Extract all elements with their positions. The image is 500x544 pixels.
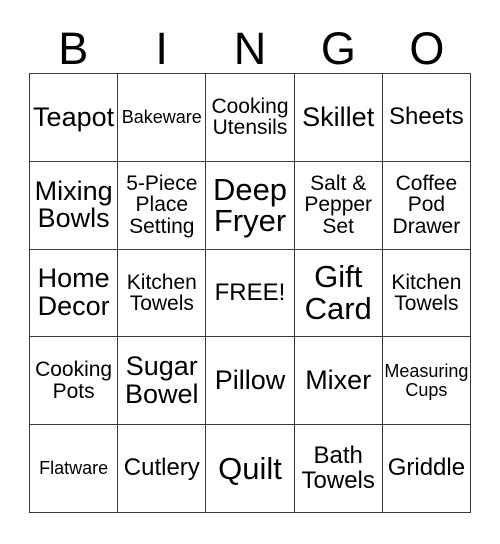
bingo-cell[interactable]: Gift Card: [294, 249, 383, 338]
bingo-cell[interactable]: Sugar Bowel: [118, 337, 207, 426]
bingo-cell-label: Bath Towels: [301, 442, 375, 494]
bingo-header-letter-g: G: [320, 23, 356, 74]
bingo-cell-label: Coffee Pod Drawer: [392, 172, 461, 238]
bingo-cell[interactable]: Measuring Cups: [382, 337, 471, 426]
bingo-cell[interactable]: Flatware: [30, 425, 119, 513]
bingo-header-letter-i: I: [155, 23, 168, 74]
bingo-cell[interactable]: Cooking Utensils: [206, 74, 295, 162]
bingo-cell[interactable]: Teapot: [30, 74, 119, 162]
bingo-cell-label: Skillet: [302, 101, 375, 132]
bingo-cell[interactable]: Pillow: [206, 337, 295, 426]
bingo-cell-label: Mixer: [305, 365, 372, 396]
bingo-cell-label: Sheets: [389, 103, 464, 131]
bingo-cell-label: Salt & Pepper Set: [304, 172, 373, 238]
bingo-cell[interactable]: 5-Piece Place Setting: [118, 161, 207, 250]
bingo-cell-label: Bakeware: [121, 107, 202, 128]
bingo-header-letter-b: B: [58, 23, 89, 74]
bingo-cell[interactable]: Cooking Pots: [30, 337, 119, 426]
bingo-grid: Teapot Bakeware Cooking Utensils Skillet…: [29, 73, 471, 513]
bingo-cell-free[interactable]: FREE!: [206, 249, 295, 338]
bingo-cell-label: Sugar Bowel: [125, 351, 199, 409]
bingo-cell-label: Griddle: [387, 454, 466, 482]
bingo-cell-label: 5-Piece Place Setting: [126, 172, 198, 238]
bingo-cell[interactable]: Salt & Pepper Set: [294, 161, 383, 250]
bingo-cell[interactable]: Bakeware: [118, 74, 207, 162]
bingo-cell-label: Teapot: [33, 101, 115, 132]
bingo-cell[interactable]: Mixer: [294, 337, 383, 426]
bingo-cell-label: Deep Fryer: [212, 171, 288, 239]
bingo-cell[interactable]: Quilt: [206, 425, 295, 513]
bingo-cell-label: Measuring Cups: [384, 361, 469, 400]
bingo-card: B I N G O Teapot Bakeware Cooking Utensi…: [0, 0, 500, 544]
bingo-cell[interactable]: Coffee Pod Drawer: [382, 161, 471, 250]
bingo-cell[interactable]: Kitchen Towels: [118, 249, 207, 338]
bingo-cell-label: FREE!: [214, 278, 286, 306]
bingo-header: B I N G O: [29, 16, 471, 73]
bingo-cell-label: Quilt: [218, 450, 282, 486]
bingo-cell-label: Pillow: [214, 365, 286, 396]
bingo-cell-label: Cooking Utensils: [211, 94, 289, 140]
bingo-cell[interactable]: Griddle: [382, 425, 471, 513]
bingo-cell[interactable]: Cutlery: [118, 425, 207, 513]
bingo-cell[interactable]: Bath Towels: [294, 425, 383, 513]
bingo-cell[interactable]: Home Decor: [30, 249, 119, 338]
bingo-header-letter-o: O: [409, 23, 445, 74]
bingo-cell[interactable]: Deep Fryer: [206, 161, 295, 250]
bingo-cell-label: Gift Card: [304, 259, 372, 326]
bingo-cell-label: Cutlery: [123, 454, 200, 482]
bingo-header-letter-n: N: [233, 23, 267, 74]
bingo-cell-label: Cooking Pots: [35, 358, 113, 403]
bingo-cell-label: Mixing Bowls: [34, 175, 113, 234]
bingo-cell-label: Home Decor: [37, 263, 110, 321]
bingo-cell-label: Kitchen Towels: [126, 270, 197, 315]
bingo-cell[interactable]: Mixing Bowls: [30, 161, 119, 250]
bingo-cell[interactable]: Skillet: [294, 74, 383, 162]
bingo-cell-label: Flatware: [39, 458, 109, 479]
bingo-cell[interactable]: Sheets: [382, 74, 471, 162]
bingo-cell[interactable]: Kitchen Towels: [382, 249, 471, 338]
bingo-cell-label: Kitchen Towels: [391, 270, 462, 315]
